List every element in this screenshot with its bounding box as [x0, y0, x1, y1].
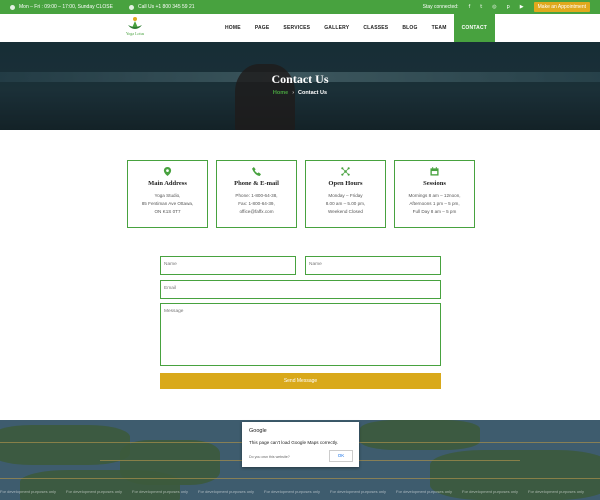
name-input-right[interactable]: Name	[305, 256, 441, 275]
phone-icon	[128, 4, 134, 10]
nav-item-gallery[interactable]: GALLERY	[317, 14, 356, 42]
nav-item-services[interactable]: SERVICES	[276, 14, 317, 42]
info-line: Afternoons 1 pm – 5 pm,	[409, 201, 460, 206]
dialog-message: This page can't load Google Maps correct…	[249, 440, 339, 445]
hours-text: Mon – Fri : 09:00 – 17:00, Sunday CLOSE	[19, 4, 113, 10]
map-watermark: For development purposes only	[0, 489, 57, 494]
top-bar-info: Mon – Fri : 09:00 – 17:00, Sunday CLOSE …	[10, 0, 195, 14]
top-bar: Mon – Fri : 09:00 – 17:00, Sunday CLOSE …	[0, 0, 600, 14]
name-input-left[interactable]: Name	[160, 256, 296, 275]
pinterest-icon[interactable]: p	[507, 4, 510, 10]
map-watermark: For development purposes only	[396, 489, 453, 494]
info-box-title: Open Hours	[328, 180, 363, 187]
lotus-logo-icon	[128, 17, 142, 29]
nav-item-classes[interactable]: CLASSES	[356, 14, 395, 42]
map-watermark: For development purposes only	[198, 489, 255, 494]
main-nav: HOME PAGE SERVICES GALLERY CLASSES BLOG …	[218, 14, 496, 42]
phone-text: Call Us +1 800 345 59 21	[137, 4, 195, 10]
info-line: 8.00 am – 5.00 pm,	[325, 201, 366, 206]
calendar-icon	[430, 167, 439, 176]
map-watermark: For development purposes only	[264, 489, 321, 494]
twitter-icon[interactable]: t	[480, 4, 482, 10]
clock-icon	[10, 4, 15, 10]
map-watermark: For development purposes only	[462, 489, 519, 494]
info-line: Weekend Closed	[328, 209, 363, 214]
breadcrumb-current: Contact Us	[298, 90, 328, 96]
map-watermark: For development purposes only	[132, 489, 189, 494]
info-line: ON K1S 0T7	[154, 209, 181, 214]
page-hero: Contact Us Home › Contact Us	[0, 42, 600, 130]
dialog-ok-button[interactable]: OK	[329, 450, 353, 462]
message-textarea[interactable]: Message	[160, 303, 441, 366]
info-line: Mornings 8 am – 12noon,	[408, 193, 461, 198]
appointment-button[interactable]: Make an Appointment	[533, 2, 590, 12]
info-line: Monday – Friday	[328, 193, 363, 198]
nav-item-home[interactable]: HOME	[218, 14, 248, 42]
dialog-own-site-link[interactable]: Do you own this website?	[249, 455, 290, 459]
network-icon	[341, 167, 350, 176]
google-maps-error-dialog: Google This page can't load Google Maps …	[242, 422, 359, 467]
site-logo[interactable]: Yoga Lotus	[120, 16, 150, 41]
map-watermark: For development purposes only	[66, 489, 123, 494]
breadcrumb: Home › Contact Us	[0, 90, 600, 96]
info-box-title: Sessions	[423, 180, 446, 187]
logo-text: Yoga Lotus	[125, 31, 145, 36]
info-line: Yoga Studio,	[154, 193, 181, 198]
breadcrumb-home-link[interactable]: Home	[273, 90, 288, 96]
info-line: Full Day 8 am – 5 pm	[412, 209, 457, 214]
nav-item-team[interactable]: TEAM	[425, 14, 454, 42]
nav-item-blog[interactable]: BLOG	[395, 14, 424, 42]
instagram-icon[interactable]: ◎	[492, 4, 496, 10]
email-input[interactable]: Email	[160, 280, 441, 299]
info-line: office@faffx.com	[239, 209, 274, 214]
phone-icon	[252, 167, 261, 176]
facebook-icon[interactable]: f	[468, 4, 470, 10]
breadcrumb-separator: ›	[292, 90, 295, 96]
info-line: 85 Fentiman Ave Ottawa,	[141, 201, 194, 206]
send-message-button[interactable]: Send Message	[160, 373, 441, 389]
dialog-title: Google	[249, 428, 267, 434]
map-watermark: For development purposes only	[528, 489, 585, 494]
top-bar-right: Stay connected: f t ◎ p ▶ Make an Appoin…	[423, 0, 590, 14]
info-box-phone: Phone & E-mail Phone: 1-800-64-38, Fax: …	[216, 160, 297, 228]
info-box-address: Main Address Yoga Studio, 85 Fentiman Av…	[127, 160, 208, 228]
map-watermark: For development purposes only	[330, 489, 387, 494]
page-title: Contact Us	[271, 72, 329, 86]
info-box-hours: Open Hours Monday – Friday 8.00 am – 5.0…	[305, 160, 386, 228]
social-label: Stay connected:	[422, 4, 459, 10]
info-box-sessions: Sessions Mornings 8 am – 12noon, Afterno…	[394, 160, 475, 228]
info-box-title: Main Address	[148, 180, 187, 187]
nav-item-page[interactable]: PAGE	[248, 14, 277, 42]
info-line: Phone: 1-800-64-38,	[235, 193, 278, 198]
info-line: Fax: 1-800-64-39,	[238, 201, 275, 206]
map-pin-icon	[163, 167, 172, 176]
youtube-icon[interactable]: ▶	[520, 4, 524, 10]
info-box-title: Phone & E-mail	[234, 180, 279, 187]
nav-item-contact[interactable]: CONTACT	[453, 14, 496, 42]
